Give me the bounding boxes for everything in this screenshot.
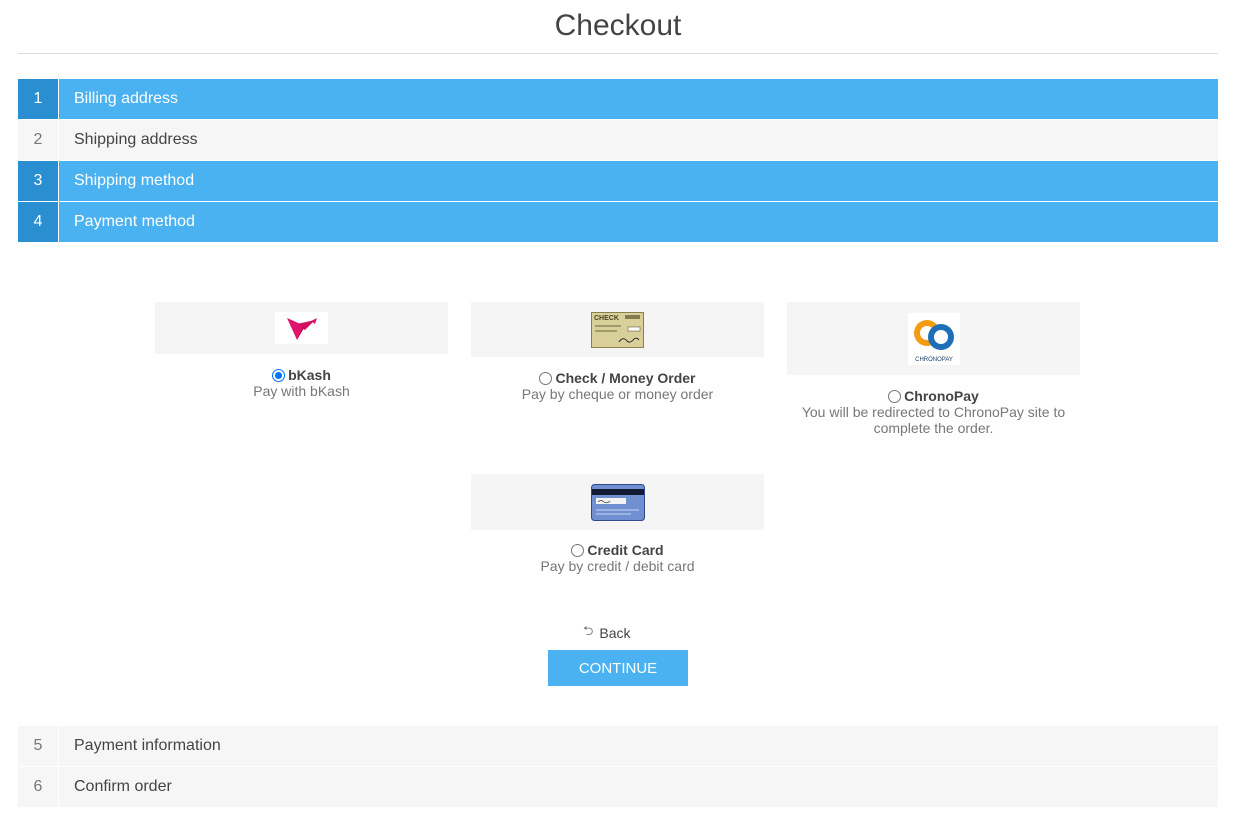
credit-card-logo-icon	[590, 483, 645, 521]
step-payment-information: 5 Payment information	[18, 726, 1218, 766]
payment-method-chronopay[interactable]: CHRONOPAY ChronoPay You will be redirect…	[787, 302, 1080, 436]
check-radio[interactable]	[539, 371, 553, 385]
payment-method-description: You will be redirected to ChronoPay site…	[801, 404, 1066, 436]
payment-method-name-row: Check / Money Order	[471, 370, 764, 386]
step-payment-method: 4 Payment method	[18, 202, 1218, 242]
credit-card-radio[interactable]	[571, 543, 585, 557]
payment-method-description: Pay by credit / debit card	[540, 558, 695, 574]
payment-method-name-row: bKash	[155, 367, 448, 383]
back-link[interactable]: ⮌ Back	[583, 622, 631, 644]
check-logo-text: CHECK	[594, 315, 619, 322]
step-number: 2	[18, 120, 59, 160]
step-label: Shipping method	[74, 172, 195, 189]
step-confirm-order: 6 Confirm order	[18, 767, 1218, 807]
step-shipping-method[interactable]: 3 Shipping method	[18, 161, 1218, 201]
payment-method-name-row: ChronoPay	[787, 388, 1080, 404]
step-label: Payment information	[74, 737, 221, 754]
step-label: Payment method	[74, 213, 195, 230]
step-label: Confirm order	[74, 778, 172, 795]
bkash-logo-box	[155, 302, 448, 354]
payment-method-name: Check / Money Order	[555, 370, 696, 386]
step-number: 1	[18, 79, 59, 119]
step-number: 6	[18, 767, 59, 807]
back-label: Back	[599, 625, 631, 641]
step-shipping-address[interactable]: 2 Shipping address	[18, 120, 1218, 160]
payment-method-name: ChronoPay	[904, 388, 979, 404]
payment-method-bkash[interactable]: bKash Pay with bKash	[155, 302, 448, 399]
step-number: 4	[18, 202, 59, 242]
step-label: Billing address	[74, 90, 179, 107]
payment-method-credit-card[interactable]: Credit Card Pay by credit / debit card	[471, 474, 764, 574]
continue-button[interactable]: CONTINUE	[548, 650, 688, 686]
credit-card-logo-box	[471, 474, 764, 530]
step-billing-address[interactable]: 1 Billing address	[18, 79, 1218, 119]
payment-method-name-row: Credit Card	[471, 542, 764, 558]
check-logo-box: CHECK	[471, 302, 764, 357]
check-logo-icon: CHECK	[591, 311, 644, 348]
step-number: 3	[18, 161, 59, 201]
payment-method-description: Pay with bKash	[253, 383, 350, 399]
back-arrow-icon: ⮌	[583, 623, 594, 638]
step-label: Shipping address	[74, 131, 198, 148]
chronopay-logo-icon: CHRONOPAY	[907, 312, 960, 365]
chronopay-radio[interactable]	[888, 389, 902, 403]
bkash-logo-icon	[275, 312, 328, 344]
chronopay-logo-text: CHRONOPAY	[915, 357, 953, 363]
page-title: Checkout	[18, 0, 1218, 54]
bkash-radio[interactable]	[272, 368, 286, 382]
step-number: 5	[18, 726, 59, 766]
payment-method-description: Pay by cheque or money order	[521, 386, 714, 402]
payment-method-name: bKash	[288, 367, 331, 383]
payment-method-check[interactable]: CHECK Check / Money Order Pay by cheque …	[471, 302, 764, 402]
payment-method-name: Credit Card	[587, 542, 664, 558]
chronopay-logo-box: CHRONOPAY	[787, 302, 1080, 375]
